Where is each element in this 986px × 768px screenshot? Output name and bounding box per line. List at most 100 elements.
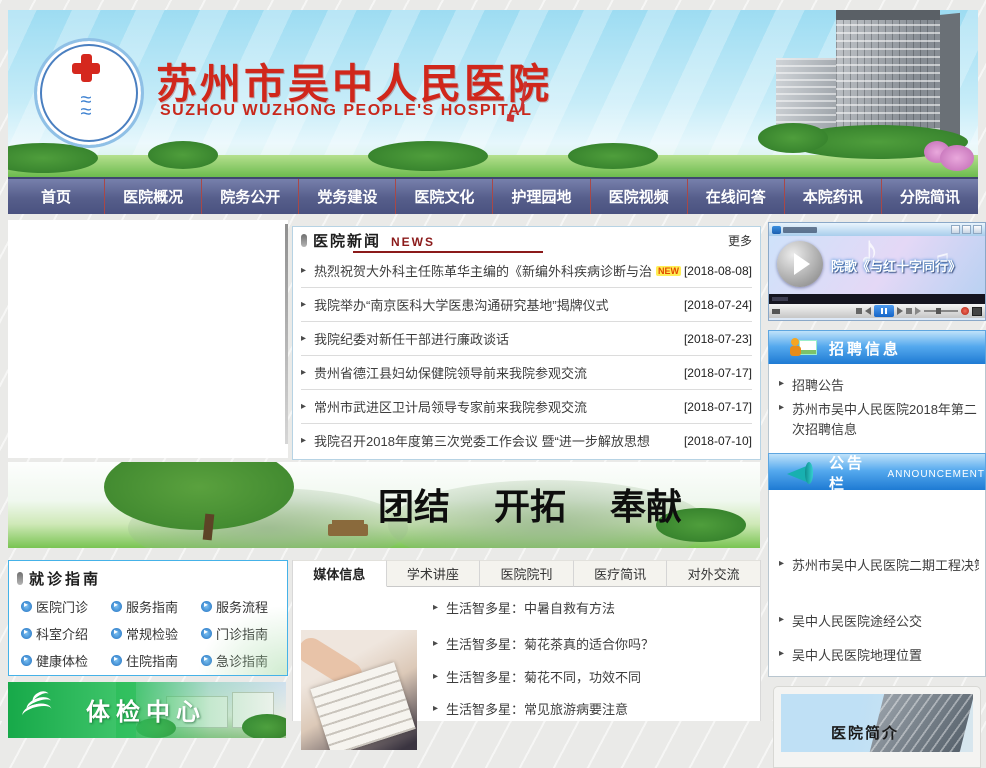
section-bullet-icon	[17, 572, 23, 585]
seek-bar[interactable]	[769, 294, 985, 304]
announcement-item[interactable]: 吴中人民医院途经公交	[779, 612, 979, 632]
news-item-title[interactable]: 我院纪委对新任干部进行廉政谈话	[314, 329, 509, 348]
guide-link-outpatient-guide[interactable]: 门诊指南	[193, 620, 283, 647]
slogan-word: 奉献	[610, 486, 682, 528]
slogan-banner: 团结 开拓 奉献	[8, 462, 760, 548]
recruit-item[interactable]: 招聘公告	[779, 376, 979, 396]
nav-item-branch-intro[interactable]: 分院简讯	[882, 179, 978, 214]
news-item-title[interactable]: 我院召开2018年度第三次党委工作会议 暨“进一步解放思想	[314, 431, 650, 450]
video-player[interactable]: ♪ ♫ 院歌《与红十字同行》	[768, 222, 986, 321]
guide-link-health-checkup[interactable]: 健康体检	[13, 647, 103, 674]
guide-link-emergency-guide[interactable]: 急诊指南	[193, 647, 283, 674]
triangle-bullet-icon	[301, 435, 311, 446]
slogan-word: 开拓	[494, 486, 566, 528]
hospital-intro-card[interactable]: 医院简介	[773, 686, 981, 768]
nav-item-affairs-public[interactable]: 院务公开	[202, 179, 299, 214]
circle-arrow-icon	[21, 655, 32, 666]
checkup-center-banner[interactable]: 体检中心	[8, 682, 286, 738]
news-item[interactable]: 我院举办“南京医科大学医患沟通研究基地”揭牌仪式 [2018-07-24]	[301, 288, 752, 322]
slideshow-edge-shadow	[285, 224, 288, 444]
circle-arrow-icon	[21, 628, 32, 639]
announcement-item[interactable]: 苏州市吴中人民医院二期工程决策事	[779, 556, 979, 576]
media-item[interactable]: 生活智多星：菊花不同，功效不同	[433, 667, 641, 686]
triangle-bullet-icon	[433, 638, 443, 649]
hospital-name-cn: 苏州市吴中人民医院	[156, 50, 552, 110]
guide-link-outpatient[interactable]: 医院门诊	[13, 593, 103, 620]
seek-label	[772, 297, 788, 301]
triangle-bullet-icon	[301, 299, 311, 310]
logo-wave-icon: ≈	[37, 105, 135, 119]
menu-icon[interactable]	[772, 309, 780, 314]
player-logo-icon	[772, 226, 781, 234]
news-item-title[interactable]: 贵州省德江县妇幼保健院领导前来我院参观交流	[314, 363, 587, 382]
record-icon[interactable]	[961, 307, 969, 315]
announcement-subtitle: ANNOUNCEMENT	[887, 469, 985, 480]
media-item[interactable]: 生活智多星：常见旅游病要注意	[433, 699, 628, 718]
volume-icon[interactable]	[915, 307, 921, 315]
guide-link-service-flow[interactable]: 服务流程	[193, 593, 283, 620]
guide-link-departments[interactable]: 科室介绍	[13, 620, 103, 647]
news-item[interactable]: 我院纪委对新任干部进行廉政谈话 [2018-07-23]	[301, 322, 752, 356]
guide-title: 就诊指南	[29, 568, 101, 589]
announcement-header[interactable]: 公告栏 ANNOUNCEMENT	[768, 453, 986, 492]
media-photo	[301, 630, 417, 750]
player-screen[interactable]: ♪ ♫ 院歌《与红十字同行》	[769, 236, 985, 294]
maximize-icon[interactable]	[962, 225, 971, 234]
volume-slider[interactable]	[924, 310, 958, 312]
previous-icon[interactable]	[865, 307, 871, 315]
play-button[interactable]	[777, 241, 823, 287]
guide-link-inpatient-guide[interactable]: 住院指南	[103, 647, 193, 674]
bench-decoration	[328, 524, 368, 536]
tree-decoration	[148, 141, 218, 169]
close-icon[interactable]	[973, 225, 982, 234]
news-item-title[interactable]: 我院举办“南京医科大学医患沟通研究基地”揭牌仪式	[314, 295, 609, 314]
news-item[interactable]: 常州市武进区卫计局领导专家前来我院参观交流 [2018-07-17]	[301, 390, 752, 424]
nav-item-nursing[interactable]: 护理园地	[493, 179, 590, 214]
triangle-bullet-icon	[779, 378, 789, 389]
announcement-item[interactable]: 吴中人民医院地理位置	[779, 646, 979, 666]
checkup-center-title[interactable]: 体检中心	[86, 692, 206, 727]
guide-header: 就诊指南	[9, 561, 287, 591]
news-item-date: [2018-08-08]	[684, 264, 752, 278]
tab-media-info[interactable]: 媒体信息	[293, 560, 387, 587]
playlist-icon[interactable]	[906, 308, 912, 314]
tab-external-exchange[interactable]: 对外交流	[667, 560, 760, 587]
slideshow-area[interactable]	[8, 220, 288, 458]
nav-item-hospital-video[interactable]: 医院视频	[591, 179, 688, 214]
intro-building-image: 医院简介	[781, 694, 973, 752]
nav-item-home[interactable]: 首页	[8, 179, 105, 214]
new-badge: NEW	[656, 266, 681, 276]
minimize-icon[interactable]	[951, 225, 960, 234]
media-item[interactable]: 生活智多星：中暑自救有方法	[433, 598, 615, 617]
guide-link-service-guide[interactable]: 服务指南	[103, 593, 193, 620]
news-item[interactable]: 热烈祝贺大外科主任陈革华主编的《新编外科疾病诊断与治 NEW [2018-08-…	[301, 254, 752, 288]
nav-item-hospital-overview[interactable]: 医院概况	[105, 179, 202, 214]
nav-item-party-building[interactable]: 党务建设	[299, 179, 396, 214]
recruit-icon	[791, 338, 817, 358]
news-item-title[interactable]: 常州市武进区卫计局领导专家前来我院参观交流	[314, 397, 587, 416]
pause-button[interactable]	[874, 305, 894, 317]
circle-arrow-icon	[111, 628, 122, 639]
slogan-word: 团结	[378, 486, 450, 528]
nav-item-pharmacy-news[interactable]: 本院药讯	[785, 179, 882, 214]
site-header: ≈ ≈ 苏州市吴中人民医院 SUZHOU WUZHONG PEOPLE'S HO…	[8, 10, 978, 177]
next-icon[interactable]	[897, 307, 903, 315]
nav-item-hospital-culture[interactable]: 医院文化	[396, 179, 493, 214]
flower-decoration	[940, 145, 974, 171]
media-item[interactable]: 生活智多星：菊花茶真的适合你吗？	[433, 634, 654, 653]
snapshot-icon[interactable]	[972, 307, 982, 316]
tab-medical-briefs[interactable]: 医疗简讯	[574, 560, 668, 587]
guide-link-routine-tests[interactable]: 常规检验	[103, 620, 193, 647]
nav-item-online-qa[interactable]: 在线问答	[688, 179, 785, 214]
hospital-news-panel: 医院新闻 NEWS 更多 热烈祝贺大外科主任陈革华主编的《新编外科疾病诊断与治 …	[292, 226, 761, 460]
news-more-link[interactable]: 更多	[728, 232, 752, 249]
recruit-item[interactable]: 苏州市吴中人民医院2018年第二次招聘信息	[779, 400, 979, 440]
news-item-title[interactable]: 热烈祝贺大外科主任陈革华主编的《新编外科疾病诊断与治	[314, 261, 652, 280]
news-item[interactable]: 我院召开2018年度第三次党委工作会议 暨“进一步解放思想 [2018-07-1…	[301, 424, 752, 457]
stop-icon[interactable]	[856, 308, 862, 314]
recruit-header[interactable]: 招聘信息	[768, 330, 986, 366]
news-item[interactable]: 贵州省德江县妇幼保健院领导前来我院参观交流 [2018-07-17]	[301, 356, 752, 390]
circle-arrow-icon	[21, 601, 32, 612]
tab-academic-lectures[interactable]: 学术讲座	[387, 560, 481, 587]
tab-hospital-journal[interactable]: 医院院刊	[480, 560, 574, 587]
